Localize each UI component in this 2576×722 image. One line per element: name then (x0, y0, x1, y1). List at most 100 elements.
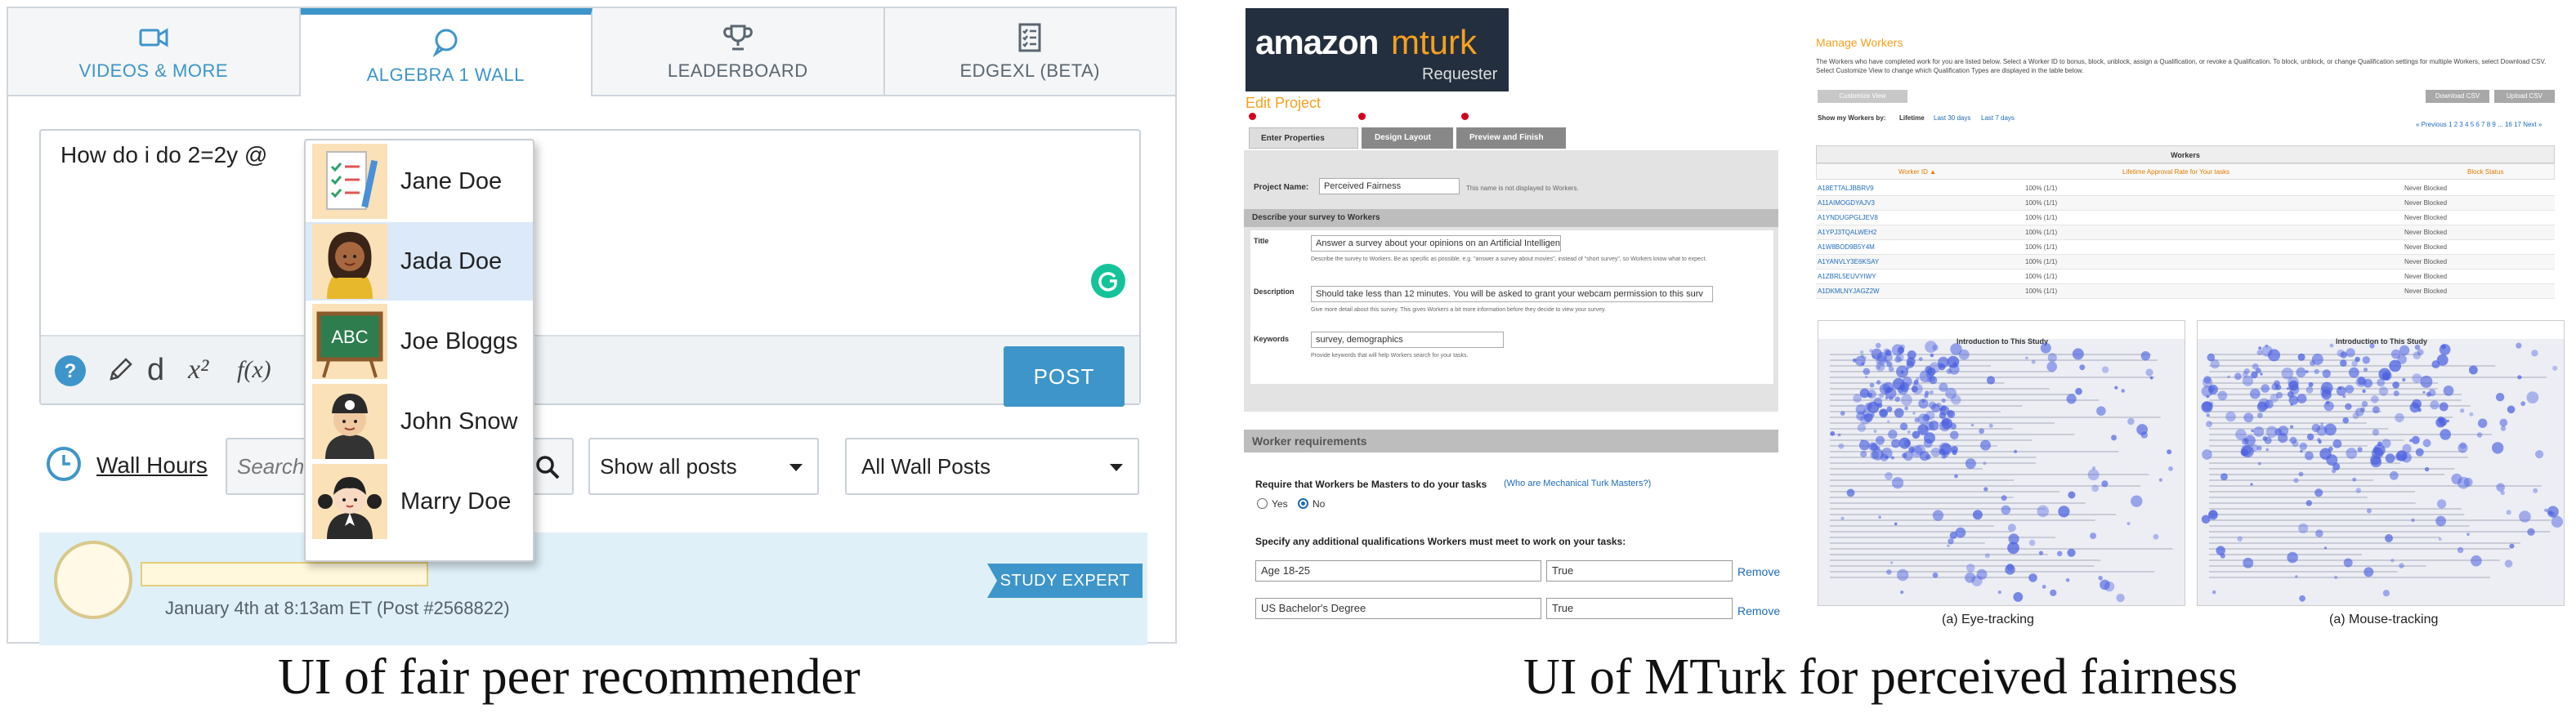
block-status: Never Blocked (2404, 287, 2448, 295)
col-block[interactable]: Block Status (2467, 168, 2503, 176)
tab-label: EDGEXL (BETA) (959, 60, 1101, 81)
qual-value-age[interactable]: True (1546, 560, 1733, 582)
mention-item[interactable]: John Snow (306, 382, 533, 461)
mention-item[interactable]: ABC Joe Bloggs (306, 302, 533, 381)
remove-degree-link[interactable]: Remove (1737, 604, 1780, 617)
mention-item-selected[interactable]: Jada Doe (306, 222, 533, 301)
post-meta: January 4th at 8:13am ET (Post #2568822) (165, 598, 510, 618)
block-status: Never Blocked (2404, 199, 2448, 207)
step-label: Enter Properties (1261, 134, 1325, 143)
step-tab-1[interactable]: Enter Properties (1249, 127, 1358, 149)
wall-hours-link[interactable]: Wall Hours (96, 452, 208, 479)
pager[interactable]: « Previous 1 2 3 4 5 6 7 8 9 ... 16 17 N… (2416, 121, 2542, 128)
mention-name: Joe Bloggs (400, 328, 518, 354)
table-row: A1YPJ3TQALWEH2 100% (1/1) Never Blocked (1816, 225, 2555, 240)
worker-id-link[interactable]: A1DKMLNYJAGZ2W (1818, 284, 1880, 299)
worker-id-link[interactable]: A1YPJ3TQALWEH2 (1818, 225, 1876, 240)
checklist-icon (1018, 23, 1041, 52)
no-radio[interactable] (1298, 498, 1308, 509)
mturk-edit-project: amazon mturk Requester Edit Project Ente… (1244, 8, 1783, 629)
tab-leaderboard[interactable]: LEADERBOARD (593, 8, 885, 96)
mention-item[interactable]: Marry Doe (306, 462, 533, 541)
mention-item[interactable]: Jane Doe (306, 142, 533, 221)
wall-posts-select[interactable]: All Wall Posts (845, 438, 1139, 495)
logo-requester: Requester (1422, 65, 1498, 83)
table-row: A1W8BOD9B5Y4M 100% (1/1) Never Blocked (1816, 240, 2555, 255)
tab-edgexl[interactable]: EDGEXL (BETA) (884, 8, 1175, 96)
search-icon[interactable] (534, 454, 561, 480)
approval-rate: 100% (1/1) (2025, 185, 2058, 192)
yes-radio[interactable] (1257, 498, 1268, 509)
approval-rate: 100% (1/1) (2025, 287, 2058, 295)
keywords-hint: Provide keywords that will help Workers … (1311, 353, 1469, 359)
qual-select-degree[interactable]: US Bachelor's Degree (1255, 598, 1541, 619)
chevron-down-icon (1110, 464, 1123, 471)
approval-rate: 100% (1/1) (2025, 273, 2058, 280)
approval-rate: 100% (1/1) (2025, 214, 2058, 221)
superscript-tool[interactable]: x² (188, 354, 208, 386)
describe-body: Title Answer a survey about your opinion… (1250, 230, 1773, 384)
upload-csv-button[interactable]: Upload CSV (2494, 90, 2555, 103)
svg-text:?: ? (65, 360, 77, 382)
tab-algebra-wall[interactable]: ALGEBRA 1 WALL (300, 8, 593, 96)
post-button[interactable]: POST (1004, 346, 1125, 407)
qual-select-age[interactable]: Age 18-25 (1255, 560, 1541, 582)
manage-workers-intro: The Workers who have completed work for … (1816, 58, 2547, 74)
worker-id-link[interactable]: A1YNDUGPGLJEV8 (1818, 211, 1878, 225)
editor-toolbar: ? d x² f(x) POST (41, 335, 1139, 407)
project-name-input[interactable]: Perceived Fairness (1319, 178, 1460, 194)
worker-requirements-header: Worker requirements (1244, 430, 1778, 452)
keywords-label: Keywords (1254, 335, 1290, 343)
col-worker-id[interactable]: Worker ID ▲ (1898, 168, 1936, 176)
step-tab-3[interactable]: Preview and Finish (1456, 127, 1566, 149)
worker-id-link[interactable]: A1W8BOD9B5Y4M (1818, 240, 1875, 255)
help-icon[interactable]: ? (54, 354, 87, 387)
qual-value-degree[interactable]: True (1546, 598, 1733, 619)
tab-bar: VIDEOS & MORE ALGEBRA 1 WALL LEADERBOARD… (8, 8, 1175, 96)
project-form: Project Name: Perceived Fairness This na… (1244, 150, 1778, 412)
mention-name: John Snow (400, 408, 518, 435)
boy-cap-avatar (312, 384, 387, 459)
table-row: A1YANVLY3E6KSAY 100% (1/1) Never Blocked (1816, 255, 2555, 270)
board-text: ABC (331, 327, 368, 347)
keywords-input[interactable]: survey, demographics (1311, 332, 1504, 348)
clock-icon (47, 447, 81, 481)
mention-dropdown: Jane Doe Jada Doe ABC Joe Bloggs John Sn… (304, 139, 534, 562)
function-tool[interactable]: f(x) (237, 356, 271, 384)
pencil-icon[interactable] (106, 356, 134, 384)
right-caption: UI of MTurk for perceived fairness (1523, 649, 2238, 705)
girl-pigtails-avatar (312, 464, 387, 539)
d-tool[interactable]: d (147, 353, 164, 388)
download-csv-button[interactable]: Download CSV (2426, 90, 2489, 103)
title-label: Title (1254, 237, 1269, 245)
title-input[interactable]: Answer a survey about your opinions on a… (1311, 235, 1561, 252)
yes-label: Yes (1272, 498, 1288, 510)
remove-age-link[interactable]: Remove (1737, 565, 1780, 578)
description-input[interactable]: Should take less than 12 minutes. You wi… (1311, 286, 1713, 302)
step-label: Preview and Finish (1469, 133, 1544, 142)
step-tab-2[interactable]: Design Layout (1362, 127, 1453, 149)
chalkboard-avatar: ABC (312, 304, 387, 379)
show-posts-value: Show all posts (600, 453, 737, 479)
customize-view-button[interactable]: Customize View (1818, 90, 1907, 103)
lifetime-filter[interactable]: Lifetime (1899, 114, 1925, 122)
table-row: A1DKMLNYJAGZ2W 100% (1/1) Never Blocked (1816, 284, 2555, 299)
show-posts-select[interactable]: Show all posts (588, 438, 819, 495)
approval-rate: 100% (1/1) (2025, 229, 2058, 236)
grammarly-icon[interactable] (1090, 263, 1126, 299)
last30-filter[interactable]: Last 30 days (1934, 114, 1970, 122)
approval-rate: 100% (1/1) (2025, 199, 2058, 207)
title-hint: Describe the survey to Workers. Be as sp… (1311, 256, 1707, 262)
no-label: No (1313, 498, 1326, 510)
tab-videos-more[interactable]: VIDEOS & MORE (8, 8, 301, 96)
project-name-hint: This name is not displayed to Workers. (1466, 185, 1579, 192)
post-editor[interactable]: How do i do 2=2y @ ? d x² f(x) POST (39, 129, 1141, 407)
worker-id-link[interactable]: A1YANVLY3E6KSAY (1818, 255, 1879, 270)
masters-link[interactable]: (Who are Mechanical Turk Masters?) (1504, 479, 1651, 488)
block-status: Never Blocked (2404, 243, 2448, 251)
col-approval[interactable]: Lifetime Approval Rate for Your tasks (2122, 168, 2229, 176)
last7-filter[interactable]: Last 7 days (1981, 114, 2015, 122)
worker-id-link[interactable]: A18ETTALJBBRV9 (1818, 181, 1874, 196)
worker-id-link[interactable]: A11AIMOGDYAJV3 (1818, 196, 1875, 211)
worker-id-link[interactable]: A1ZBRL5EUVYIWY (1818, 270, 1876, 284)
